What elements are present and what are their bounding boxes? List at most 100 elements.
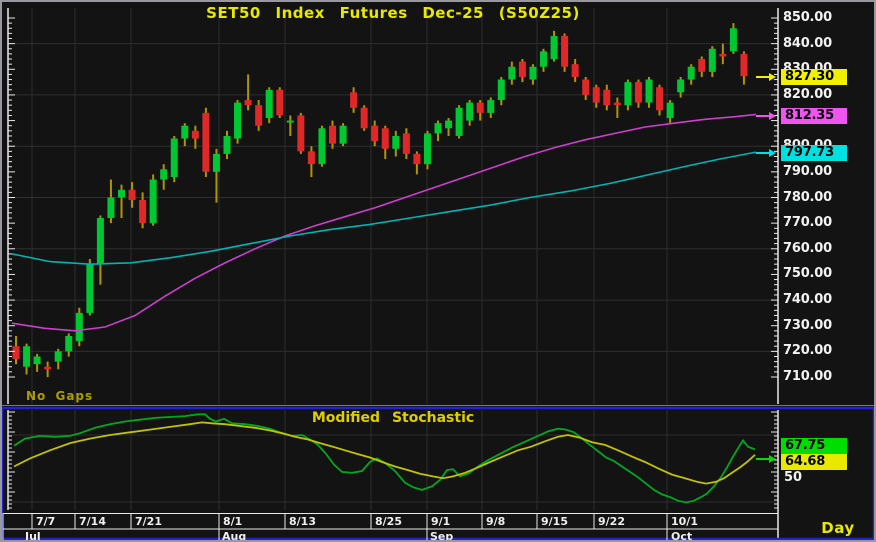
candle-body — [466, 103, 473, 121]
x-axis-month-label: Sep — [430, 530, 453, 542]
candle-body — [329, 126, 336, 144]
candle-body — [44, 367, 51, 370]
candle-body — [150, 180, 157, 224]
candle-body — [508, 67, 515, 80]
candle-body — [202, 113, 209, 172]
chart-title: SET50 Index Futures Dec-25 (S50Z25) — [93, 4, 693, 22]
candle-body — [224, 136, 231, 154]
candle-body — [350, 92, 357, 107]
stoch-level-50-label: 50 — [784, 470, 802, 485]
candle-body — [107, 198, 114, 219]
candle-body — [540, 51, 547, 66]
candle-body — [86, 264, 93, 313]
chart-canvas[interactable] — [0, 0, 876, 542]
candle-body — [403, 133, 410, 154]
candle-body — [245, 100, 252, 105]
candle-body — [624, 82, 631, 105]
candle-body — [255, 105, 262, 126]
candle-body — [23, 346, 30, 367]
candle-body — [498, 80, 505, 101]
y-axis-label: 760.00 — [783, 241, 853, 256]
candle-body — [614, 103, 621, 106]
y-axis-label: 710.00 — [783, 369, 853, 384]
candle-body — [698, 59, 705, 72]
candle-body — [477, 103, 484, 113]
candle-body — [740, 54, 747, 76]
ma-fast-arrow-icon — [769, 112, 776, 120]
ma-slow-line — [12, 152, 756, 264]
candle-body — [413, 154, 420, 164]
y-axis-label: 780.00 — [783, 190, 853, 205]
stoch-d-value-badge: 64.68 — [781, 454, 847, 470]
x-axis-week-label: 9/8 — [486, 515, 505, 528]
candle-body — [561, 36, 568, 67]
x-axis-week-label: 9/1 — [431, 515, 450, 528]
stoch-k-line — [14, 414, 755, 502]
candle-body — [97, 218, 104, 264]
candle-body — [519, 62, 526, 77]
y-axis-label: 730.00 — [783, 318, 853, 333]
last-price-badge: 827.30 — [781, 69, 847, 85]
candle-body — [65, 336, 72, 351]
y-axis-label: 750.00 — [783, 266, 853, 281]
x-axis-week-label: 7/21 — [135, 515, 162, 528]
candle-body — [371, 126, 378, 141]
ma-fast-value-badge: 812.35 — [781, 108, 847, 124]
stoch-d-line — [14, 422, 755, 483]
x-axis-week-label: 9/15 — [541, 515, 568, 528]
x-axis-month-label: Aug — [222, 530, 246, 542]
candle-body — [276, 90, 283, 116]
ma-slow-arrow-icon — [769, 149, 776, 157]
candle-body — [572, 64, 579, 77]
candle-body — [13, 346, 20, 359]
candle-body — [551, 36, 558, 59]
candle-body — [382, 128, 389, 149]
candle-body — [76, 313, 83, 341]
candle-body — [656, 87, 663, 110]
candle-body — [139, 200, 146, 223]
candle-body — [171, 139, 178, 177]
x-axis-week-label: 7/14 — [79, 515, 106, 528]
candle-body — [487, 100, 494, 113]
candle-body — [192, 131, 199, 139]
candle-body — [361, 108, 368, 129]
periodicity-day-button[interactable]: Day — [814, 519, 862, 537]
x-axis-month-label: Jul — [25, 530, 41, 542]
candle-body — [688, 67, 695, 80]
candle-body — [287, 121, 294, 123]
stoch-k-value-badge: 67.75 — [781, 438, 847, 454]
candle-body — [129, 190, 136, 200]
stochastic-title: Modified Stochastic — [93, 410, 693, 426]
candle-body — [34, 356, 41, 364]
candle-body — [646, 80, 653, 103]
candle-body — [340, 126, 347, 144]
no-gaps-annotation: No Gaps — [26, 389, 93, 403]
x-axis-week-label: 8/25 — [375, 515, 402, 528]
candle-body — [234, 103, 241, 139]
y-axis-label: 850.00 — [783, 10, 853, 25]
candle-body — [719, 54, 726, 57]
x-axis-week-label: 7/7 — [36, 515, 55, 528]
candle-body — [424, 133, 431, 164]
candle-body — [677, 80, 684, 93]
candle-body — [730, 28, 737, 51]
candle-body — [593, 87, 600, 102]
candle-body — [118, 190, 125, 198]
y-axis-label: 790.00 — [783, 164, 853, 179]
candle-body — [603, 90, 610, 105]
candle-body — [160, 169, 167, 179]
x-axis-week-label: 8/1 — [223, 515, 242, 528]
candle-body — [213, 154, 220, 172]
candle-body — [709, 49, 716, 72]
candle-body — [392, 136, 399, 149]
candle-body — [667, 103, 674, 118]
y-axis-label: 720.00 — [783, 343, 853, 358]
candle-body — [266, 90, 273, 118]
candle-body — [456, 108, 463, 136]
candle-body — [318, 128, 325, 164]
candle-body — [529, 67, 536, 80]
candle-body — [181, 126, 188, 139]
candle-body — [297, 115, 304, 151]
candle-body — [308, 151, 315, 164]
y-axis-label: 770.00 — [783, 215, 853, 230]
